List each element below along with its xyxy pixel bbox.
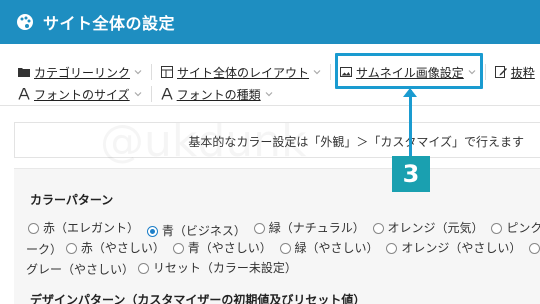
radio-button[interactable] [28,222,39,234]
radio-green-soft[interactable]: 緑（やさしい） [279,238,379,258]
nav-item-site-layout[interactable]: サイト全体のレイアウト [161,64,321,81]
radio-orange-soft[interactable]: オレンジ（やさしい） [386,238,521,258]
nav-divider [330,64,332,80]
highlight-box [335,53,483,89]
nav-item-excerpt[interactable]: 抜粋 [494,64,535,81]
chevron-down-icon [265,90,273,98]
settings-header: サイト全体の設定 [0,0,540,44]
radio-line-2: ーク） 赤（やさしい） 青（やさしい） 緑（やさしい） オレンジ（やさしい） [26,238,540,260]
font-size-icon [18,88,30,100]
nav-divider [150,86,152,102]
radio-button[interactable] [386,242,398,254]
radio-button[interactable] [137,262,149,274]
radio-label-continued: ーク） [26,242,63,257]
radio-button-selected[interactable] [146,225,158,237]
nav-divider [151,64,153,80]
chevron-down-icon [134,68,142,76]
color-settings-panel: カラーパターン 赤（エレガント） 青（ビジネス） 緑（ナチュラル） オレンジ（元… [14,168,540,304]
radio-label-continued: グレー（やさしい） [26,262,135,277]
edit-icon [494,66,507,78]
nav-item-category-link[interactable]: カテゴリーリンク [18,64,142,81]
page-title: サイト全体の設定 [43,14,176,33]
radio-pink[interactable]: ピンク [491,218,540,238]
radio-line-3: グレー（やさしい） リセット（カラー未設定） [26,258,301,280]
layout-icon [161,66,174,78]
nav-row-2: フォントのサイズ フォントの種類 [18,83,273,105]
radio-red-elegant[interactable]: 赤（エレガント） [28,218,139,238]
radio-reset[interactable]: リセット（カラー未設定） [137,258,297,278]
radio-button[interactable] [279,242,291,254]
step-number-badge: 3 [392,156,430,192]
chevron-down-icon [134,90,142,98]
nav-item-font-type[interactable]: フォントの種類 [161,86,273,103]
radio-green-natural[interactable]: 緑（ナチュラル） [253,218,365,238]
nav-divider [484,64,486,80]
radio-button[interactable] [253,222,265,234]
design-pattern-title: デザインパターン（カスタマイザーの初期値及びリセット値） [30,293,366,304]
radio-button[interactable] [491,222,503,234]
color-pattern-title: カラーパターン [30,193,114,207]
radio-red-soft[interactable]: 赤（やさしい） [65,238,165,258]
nav-item-font-size[interactable]: フォントのサイズ [18,86,142,103]
folder-icon [18,66,30,78]
radio-blue-soft[interactable]: 青（やさしい） [172,238,272,258]
watermark-text: @ukdunk [100,116,307,167]
radio-button[interactable] [372,222,384,234]
font-type-icon [161,88,173,100]
radio-gray-soft[interactable] [529,242,540,254]
radio-orange-genki[interactable]: オレンジ（元気） [372,218,484,238]
callout-line [409,90,412,156]
chevron-down-icon [313,68,321,76]
radio-button[interactable] [65,242,77,254]
radio-button[interactable] [172,242,184,254]
palette-icon [16,13,34,31]
radio-button[interactable] [529,242,540,254]
